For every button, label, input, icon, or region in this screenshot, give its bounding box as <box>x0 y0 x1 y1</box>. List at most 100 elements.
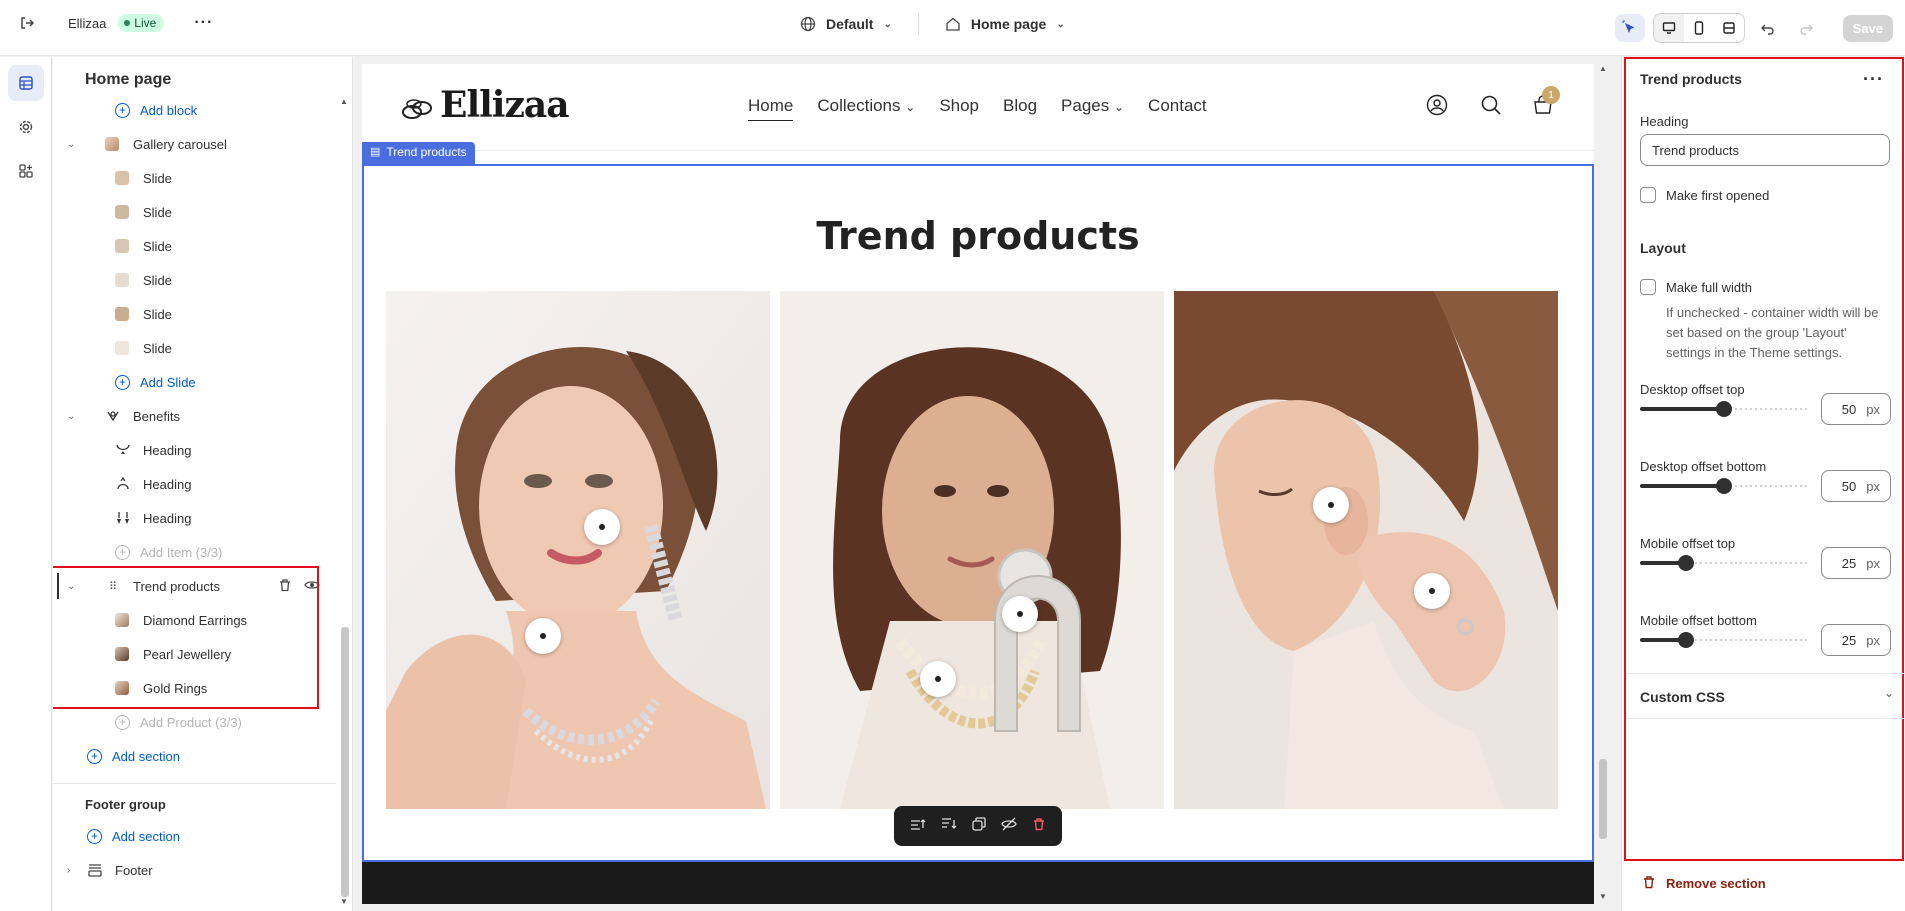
sidebar-item-gallery-carousel[interactable]: ⌄ Gallery carousel <box>53 127 336 161</box>
product-image-diamond-earrings[interactable] <box>386 291 770 809</box>
make-first-opened-checkbox[interactable] <box>1640 187 1656 203</box>
fullscreen-icon[interactable] <box>1714 14 1744 42</box>
slider-label: Mobile offset bottom <box>1640 613 1757 628</box>
duplicate-icon[interactable] <box>972 816 986 836</box>
nav-shop[interactable]: Shop <box>939 96 979 121</box>
store-header: Ellizaa Home Collections ⌄ Shop Blog Pag… <box>362 64 1594 151</box>
remove-section-button[interactable]: Remove section <box>1642 875 1766 892</box>
hotspot-button[interactable] <box>1002 596 1038 632</box>
more-icon[interactable]: ··· <box>194 14 213 32</box>
mobile-offset-bottom-slider[interactable] <box>1640 632 1808 648</box>
nav-pages[interactable]: Pages ⌄ <box>1061 96 1124 121</box>
nav-collections[interactable]: Collections ⌄ <box>817 96 915 121</box>
scrollbar-thumb[interactable] <box>341 627 349 897</box>
theme-selector[interactable]: Default <box>826 16 873 32</box>
sidebar-scrollbar[interactable]: ▲ ▼ <box>338 97 350 911</box>
hotspot-button[interactable] <box>1414 573 1450 609</box>
sidebar-item-heading[interactable]: Heading <box>53 433 336 467</box>
desktop-offset-bottom-input[interactable]: 50 px <box>1821 470 1891 502</box>
sections-sidebar: Home page + Add block ⌄ Gallery carousel… <box>53 57 353 911</box>
nav-home[interactable]: Home <box>748 96 794 121</box>
footer-add-section-button[interactable]: + Add section <box>53 819 336 853</box>
add-section-button[interactable]: + Add section <box>53 739 336 773</box>
sidebar-item-heading[interactable]: Heading <box>53 467 336 501</box>
account-icon[interactable] <box>1426 94 1448 121</box>
chevron-down-icon: ⌄ <box>905 100 916 114</box>
apps-icon[interactable] <box>8 153 44 189</box>
desktop-icon[interactable] <box>1653 14 1684 42</box>
highlight-box <box>53 566 319 709</box>
add-slide-button[interactable]: + Add Slide <box>53 365 336 399</box>
sidebar-item-slide[interactable]: Slide <box>53 331 336 365</box>
sidebar-item-footer[interactable]: › Footer <box>53 853 336 887</box>
chevron-right-icon[interactable]: › <box>67 865 70 876</box>
mobile-offset-bottom-input[interactable]: 25 px <box>1821 624 1891 656</box>
slider-knob[interactable] <box>1678 555 1694 571</box>
undo-icon[interactable] <box>1753 14 1783 42</box>
nav-blog[interactable]: Blog <box>1003 96 1037 121</box>
slider-knob[interactable] <box>1678 632 1694 648</box>
sidebar-item-slide[interactable]: Slide <box>53 297 336 331</box>
block-toolbar <box>894 806 1062 846</box>
more-icon[interactable]: ··· <box>1863 69 1884 90</box>
desktop-offset-bottom-slider[interactable] <box>1640 478 1808 494</box>
plus-circle-icon: + <box>87 828 102 844</box>
mobile-offset-top-input[interactable]: 25 px <box>1821 547 1891 579</box>
make-full-width-checkbox[interactable] <box>1640 279 1656 295</box>
slider-knob[interactable] <box>1716 401 1732 417</box>
section-heading: Trend products <box>816 214 1140 258</box>
redo-icon[interactable] <box>1791 14 1821 42</box>
product-image-gold-rings[interactable] <box>1174 291 1558 809</box>
scroll-up-icon[interactable]: ▲ <box>340 97 348 106</box>
sidebar-item-slide[interactable]: Slide <box>53 161 336 195</box>
sidebar-item-slide[interactable]: Slide <box>53 195 336 229</box>
chevron-down-icon[interactable]: ⌄ <box>67 139 75 150</box>
slider-knob[interactable] <box>1716 478 1732 494</box>
scroll-down-icon[interactable]: ▼ <box>340 897 348 906</box>
full-width-help-text: If unchecked - container width will be s… <box>1666 305 1879 360</box>
store-logo[interactable]: Ellizaa <box>400 84 570 126</box>
cart-count-badge: 1 <box>1542 86 1560 104</box>
save-button[interactable]: Save <box>1842 14 1893 42</box>
nav-contact[interactable]: Contact <box>1148 96 1207 121</box>
move-down-icon[interactable] <box>941 817 957 836</box>
move-up-icon[interactable] <box>910 817 926 836</box>
scrollbar-thumb[interactable] <box>1599 759 1607 839</box>
sidebar-item-slide[interactable]: Slide <box>53 229 336 263</box>
gear-icon[interactable] <box>8 109 44 145</box>
hotspot-button[interactable] <box>584 509 620 545</box>
hotspot-button[interactable] <box>525 618 561 654</box>
plus-circle-icon: + <box>115 102 130 118</box>
sidebar-item-benefits[interactable]: ⌄ Benefits <box>53 399 336 433</box>
rings-logo-icon <box>402 99 432 119</box>
sidebar-item-slide[interactable]: Slide <box>53 263 336 297</box>
divider <box>53 783 336 784</box>
heading-input[interactable]: Trend products <box>1640 134 1890 166</box>
canvas-scrollbar[interactable]: ▲ ▼ <box>1597 64 1609 904</box>
delete-icon[interactable] <box>1032 817 1046 836</box>
hide-icon[interactable] <box>1001 817 1017 836</box>
scroll-up-icon[interactable]: ▲ <box>1599 64 1607 73</box>
section-tag[interactable]: ▤ Trend products <box>362 142 475 164</box>
scroll-down-icon[interactable]: ▼ <box>1599 892 1607 901</box>
chevron-down-icon: ⌄ <box>883 18 892 30</box>
desktop-offset-top-slider[interactable] <box>1640 401 1808 417</box>
add-block-button[interactable]: + Add block <box>53 93 336 127</box>
search-icon[interactable] <box>1480 94 1502 121</box>
sections-icon[interactable] <box>8 65 44 101</box>
top-bar: Ellizaa Live ··· Default ⌄ Home page ⌄ S… <box>0 0 1905 56</box>
status-badge: Live <box>118 14 165 32</box>
add-product-button: + Add Product (3/3) <box>53 705 336 739</box>
hotspot-button[interactable] <box>1313 487 1349 523</box>
chevron-down-icon[interactable]: ⌄ <box>67 411 75 422</box>
hotspot-button[interactable] <box>920 661 956 697</box>
mobile-icon[interactable] <box>1684 14 1714 42</box>
product-image-pearl-jewellery[interactable] <box>780 291 1164 809</box>
custom-css-accordion[interactable]: Custom CSS ⌄ <box>1626 673 1905 719</box>
exit-icon[interactable] <box>18 14 36 32</box>
desktop-offset-top-input[interactable]: 50 px <box>1821 393 1891 425</box>
sidebar-item-heading[interactable]: Heading <box>53 501 336 535</box>
mobile-offset-top-slider[interactable] <box>1640 555 1808 571</box>
page-selector[interactable]: Home page <box>971 16 1046 32</box>
inspector-toggle-button[interactable] <box>1614 14 1645 42</box>
